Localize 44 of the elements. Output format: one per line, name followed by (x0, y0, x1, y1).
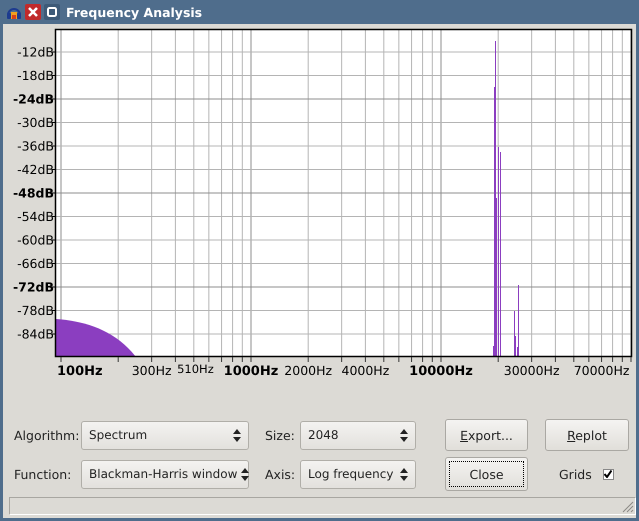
maximize-icon[interactable] (44, 4, 60, 20)
y-axis-label: -12dB (17, 44, 54, 60)
y-axis-label: -66dB (17, 256, 54, 271)
close-icon[interactable] (25, 4, 41, 20)
window-title: Frequency Analysis (66, 4, 202, 20)
headphones-icon (6, 5, 22, 19)
close-button[interactable]: Close (445, 457, 528, 491)
field-label: Function: (14, 466, 72, 482)
dropdown[interactable]: Blackman-Harris window (81, 460, 249, 488)
x-axis-label: 30000Hz (504, 363, 560, 378)
field-label: Size: (265, 428, 296, 442)
dropdown[interactable]: 2048 (300, 420, 416, 450)
x-axis-label: 100Hz (57, 364, 103, 379)
x-axis-label: 510Hz (177, 362, 214, 376)
x-axis-label: 2000Hz (284, 363, 332, 378)
y-axis-label: -84dB (17, 326, 54, 342)
field-label: Algorithm: (14, 428, 80, 442)
y-axis-label: -54dB (17, 209, 54, 224)
y-axis-label: -60dB (17, 232, 54, 248)
y-axis-label: -30dB (17, 115, 54, 130)
y-axis-label: -18dB (17, 68, 54, 83)
up-down-arrows-icon (400, 428, 408, 442)
field-label: Axis: (265, 466, 296, 482)
up-down-arrows-icon (233, 428, 241, 442)
y-axis-label: -78dB (17, 303, 54, 318)
y-axis-label: -48dB (12, 186, 54, 200)
grids-label: Grids (559, 466, 592, 482)
grids-checkbox[interactable] (602, 468, 614, 480)
up-down-arrows-icon (400, 468, 408, 480)
y-axis-label: -72dB (12, 280, 54, 294)
x-axis-label: 300Hz (132, 363, 172, 378)
x-axis-label: 1000Hz (224, 364, 278, 379)
y-axis-label: -42dB (17, 162, 54, 177)
replot-button[interactable]: Replot (545, 419, 629, 451)
y-axis-label: -36dB (17, 138, 54, 154)
export-button[interactable]: Export... (445, 419, 528, 451)
dropdown[interactable]: Log frequency (300, 460, 416, 488)
x-axis-label: 4000Hz (342, 363, 390, 378)
x-axis-label: 70000Hz (574, 363, 630, 378)
up-down-arrows-icon (241, 468, 250, 480)
y-axis-label: -24dB (12, 92, 54, 106)
resize-grip-icon[interactable] (622, 501, 634, 513)
dropdown[interactable]: Spectrum (81, 420, 249, 450)
x-axis-label: 10000Hz (409, 364, 473, 379)
